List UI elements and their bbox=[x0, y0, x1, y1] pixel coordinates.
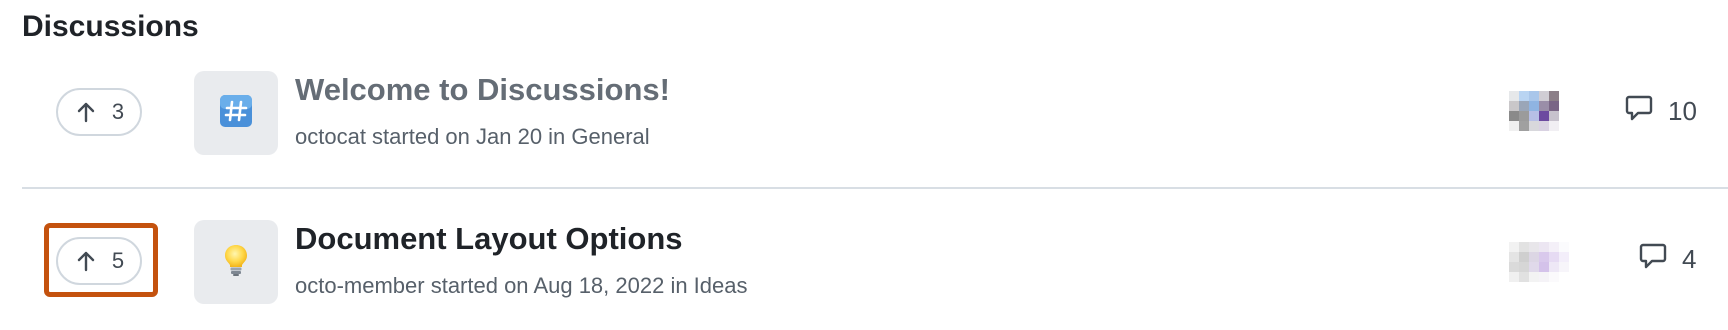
comment-count[interactable]: 4 bbox=[1638, 241, 1696, 278]
participant-avatars bbox=[1509, 91, 1573, 131]
discussion-row[interactable]: 5 Document Layout Options octo-member st… bbox=[22, 189, 1728, 330]
lightbulb-icon bbox=[223, 243, 249, 282]
participant-avatars bbox=[1509, 242, 1573, 282]
arrow-up-icon bbox=[74, 249, 98, 273]
discussion-title[interactable]: Document Layout Options bbox=[295, 221, 683, 257]
upvote-button[interactable]: 5 bbox=[56, 237, 142, 285]
comment-count-value: 4 bbox=[1682, 244, 1697, 274]
arrow-up-icon bbox=[74, 100, 98, 124]
category-emoji bbox=[194, 71, 278, 155]
upvote-button[interactable]: 3 bbox=[56, 88, 142, 136]
discussions-panel: Discussions 3 Welcome to Discussions! oc… bbox=[0, 0, 1728, 330]
discussion-meta: octo-member started on Aug 18, 2022 in I… bbox=[295, 273, 748, 298]
comment-icon bbox=[1638, 241, 1668, 278]
section-heading: Discussions bbox=[22, 10, 199, 43]
vote-count: 5 bbox=[111, 248, 125, 273]
hash-icon bbox=[219, 94, 253, 133]
discussion-row[interactable]: 3 Welcome to Discussions! octocat starte… bbox=[22, 45, 1728, 188]
category-emoji bbox=[194, 220, 278, 304]
comment-count-value: 10 bbox=[1668, 96, 1697, 126]
discussion-meta: octocat started on Jan 20 in General bbox=[295, 124, 650, 149]
discussion-title[interactable]: Welcome to Discussions! bbox=[295, 72, 670, 108]
vote-count: 3 bbox=[111, 99, 125, 124]
comment-count[interactable]: 10 bbox=[1624, 93, 1697, 130]
comment-icon bbox=[1624, 93, 1654, 130]
